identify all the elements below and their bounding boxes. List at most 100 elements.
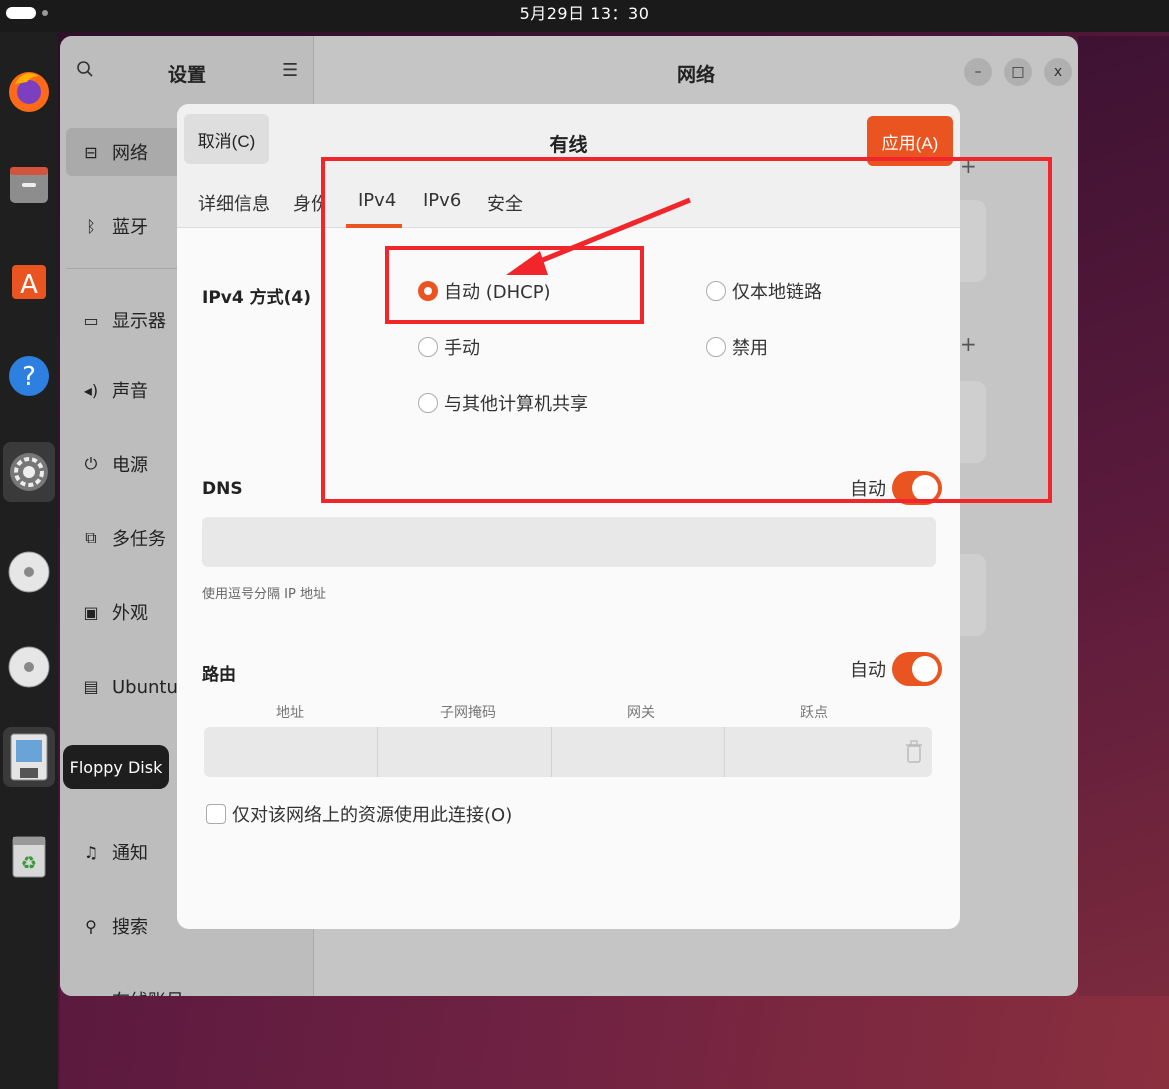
help-launcher[interactable]: ?	[3, 346, 55, 406]
svg-text:A: A	[20, 270, 38, 300]
add-icon: +	[960, 154, 977, 178]
svg-text:?: ?	[22, 362, 36, 392]
routes-auto-label: 自动	[850, 660, 886, 681]
sidebar-item-label: 蓝牙	[112, 217, 148, 238]
dns-auto-toggle[interactable]	[892, 471, 942, 505]
firefox-launcher[interactable]	[3, 60, 55, 120]
only-local-resources-checkbox-row[interactable]: 仅对该网络上的资源使用此连接(O)	[206, 801, 512, 827]
bell-icon: ♫	[83, 842, 99, 862]
sidebar-title: 设置	[167, 64, 206, 86]
route-column-metric: 跃点	[800, 705, 828, 721]
radio-checked[interactable]	[418, 281, 438, 301]
route-entry-row[interactable]	[204, 727, 932, 777]
sidebar-item-online-accounts[interactable]: ☁ 在线账号	[66, 976, 308, 997]
tab-details[interactable]: 详细信息	[198, 190, 270, 216]
disc-icon	[8, 551, 50, 593]
sidebar-item-label: 显示器	[112, 311, 166, 332]
files-icon	[10, 167, 48, 203]
radio-label: 仅本地链路	[732, 282, 822, 303]
tab-ipv4[interactable]: IPv4	[358, 190, 396, 211]
app-center-launcher[interactable]: A	[3, 250, 55, 310]
floppy-icon	[10, 733, 48, 781]
route-column-netmask: 子网掩码	[440, 705, 496, 721]
method-auto-dhcp[interactable]: 自动 (DHCP)	[418, 278, 551, 304]
wired-settings-dialog: 取消(C) 有线 应用(A) 详细信息 身份 IPv4 IPv6 安全 IPv4…	[177, 104, 960, 929]
close-button[interactable]: x	[1044, 58, 1072, 86]
radio-label: 与其他计算机共享	[444, 394, 588, 415]
files-launcher[interactable]	[3, 154, 55, 214]
tab-security[interactable]: 安全	[487, 190, 523, 216]
sidebar-header: 设置 ☰	[60, 36, 314, 106]
maximize-button[interactable]: □	[1004, 58, 1032, 86]
cell-divider	[377, 727, 378, 777]
cell-divider	[724, 727, 725, 777]
disc-launcher-1[interactable]	[3, 542, 55, 602]
radio-label: 手动	[444, 338, 480, 359]
route-column-address: 地址	[276, 705, 304, 721]
radio-label: 自动 (DHCP)	[444, 282, 551, 303]
wallpaper-side	[1078, 36, 1169, 996]
routes-label: 路由	[202, 665, 236, 685]
tab-ipv6[interactable]: IPv6	[423, 190, 461, 211]
dock-tooltip: Floppy Disk	[63, 745, 169, 789]
only-local-label: 仅对该网络上的资源使用此连接(O)	[232, 805, 513, 826]
sidebar-item-label: 搜索	[112, 917, 148, 938]
gear-icon	[10, 453, 48, 491]
radio-unchecked[interactable]	[418, 337, 438, 357]
dns-auto-label: 自动	[850, 479, 886, 500]
dns-input[interactable]	[202, 517, 936, 567]
tab-identity[interactable]: 身份	[293, 190, 325, 216]
active-tab-indicator	[346, 224, 402, 228]
radio-unchecked[interactable]	[418, 393, 438, 413]
dock: A ? ♻	[0, 32, 58, 1089]
method-disabled[interactable]: 禁用	[706, 334, 768, 360]
routes-auto-toggle[interactable]	[892, 652, 942, 686]
minimize-button[interactable]: –	[964, 58, 992, 86]
trash-icon[interactable]	[906, 740, 922, 764]
wallpaper	[60, 990, 1169, 1089]
method-shared[interactable]: 与其他计算机共享	[418, 390, 588, 416]
dialog-title: 有线	[549, 134, 588, 156]
method-manual[interactable]: 手动	[418, 334, 480, 360]
sidebar-item-label: 通知	[112, 843, 148, 864]
multitask-icon: ⧉	[85, 528, 97, 547]
routes-auto-toggle-group: 自动	[850, 652, 942, 686]
settings-launcher[interactable]	[3, 442, 55, 502]
recycle-bin-icon: ♻	[12, 836, 46, 878]
appearance-icon: ▣	[83, 602, 99, 622]
sidebar-item-label: 网络	[112, 143, 148, 164]
dns-label: DNS	[202, 479, 243, 499]
help-icon: ?	[9, 356, 49, 396]
svg-text:♻: ♻	[21, 853, 37, 874]
only-local-checkbox[interactable]	[206, 804, 226, 824]
bluetooth-icon: ᛒ	[86, 216, 96, 236]
dns-hint: 使用逗号分隔 IP 地址	[202, 587, 326, 602]
sidebar-item-label: 电源	[112, 455, 148, 476]
clock[interactable]: 5月29日 13：30	[0, 0, 1169, 28]
ubuntu-desktop-icon: ▤	[83, 676, 99, 696]
dialog-header: 取消(C) 有线 应用(A) 详细信息 身份 IPv4 IPv6 安全	[177, 104, 960, 228]
method-link-local[interactable]: 仅本地链路	[706, 278, 822, 304]
radio-unchecked[interactable]	[706, 281, 726, 301]
floppy-launcher[interactable]	[3, 727, 55, 787]
cell-divider	[551, 727, 552, 777]
ipv4-method-label: IPv4 方式(4)	[202, 288, 311, 308]
network-icon: ⊟	[84, 142, 98, 162]
radio-unchecked[interactable]	[706, 337, 726, 357]
trash-launcher[interactable]: ♻	[3, 826, 55, 886]
radio-label: 禁用	[732, 338, 768, 359]
sidebar-item-label: 外观	[112, 603, 148, 624]
hamburger-menu-icon[interactable]: ☰	[282, 60, 298, 81]
firefox-icon	[9, 72, 49, 112]
sidebar-item-label: 声音	[112, 381, 148, 402]
sidebar-item-label: 在线账号	[112, 987, 184, 996]
main-header: 网络 – □ x	[314, 36, 1078, 106]
disc-launcher-2[interactable]	[3, 637, 55, 697]
route-column-gateway: 网关	[627, 705, 655, 721]
power-icon: ⏻	[84, 454, 98, 473]
add-icon: +	[960, 332, 977, 356]
apply-button[interactable]: 应用(A)	[867, 116, 953, 166]
search-icon: ⚲	[85, 916, 97, 936]
dns-auto-toggle-group: 自动	[850, 471, 942, 505]
display-icon: ▭	[83, 310, 99, 330]
